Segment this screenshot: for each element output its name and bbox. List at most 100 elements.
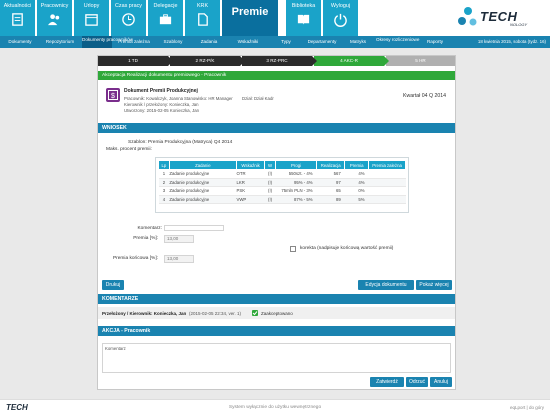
nav-tile-label: Wyloguj <box>330 3 351 9</box>
final-bonus-input[interactable]: 13,00 <box>164 255 194 263</box>
footer-links[interactable]: eqLport | do góry <box>510 405 544 410</box>
document-subtitle: Akceptacja Realizacji dokumentu premiowe… <box>98 71 455 80</box>
nav-tile-pracownicy[interactable]: Pracownicy <box>37 0 72 36</box>
subnav-item-typy[interactable]: Typy <box>272 36 300 48</box>
action-comment-field[interactable]: Komentarz <box>102 343 451 373</box>
nav-tile-label: Urlopy <box>83 3 100 9</box>
comment-date: (2015-02-05 22:34, ver. 1) <box>189 311 242 316</box>
table-row: 1 Zadanie produkcyjne OTR (!) 550szt. - … <box>158 169 406 179</box>
bonus-label: Premia [%]: <box>133 236 158 241</box>
comment-field[interactable] <box>164 225 224 231</box>
column-header: Premia zależna <box>368 160 406 170</box>
power-icon <box>334 13 347 27</box>
action-comment-label: Komentarz <box>105 346 126 351</box>
column-header: Lp <box>158 160 170 170</box>
people-icon <box>47 14 60 26</box>
document-info: $ Dokument Premii Produkcyjnej Pracownik… <box>102 85 452 117</box>
subnav-item-dokumenty[interactable]: Dokumenty <box>2 36 38 48</box>
nav-tile-aktualnosci[interactable]: Aktualności <box>0 0 35 36</box>
nav-tile-label: Delegacje <box>153 3 178 9</box>
bonus-document-icon: $ <box>106 88 120 102</box>
subnav-item-okresy[interactable]: Okresy rozliczeniowe <box>376 36 419 48</box>
employee-name: Pracownik: Kowalczyk, Joanna <box>124 96 183 101</box>
subnav-item-matryks[interactable]: Matryks <box>344 36 372 48</box>
info-icon[interactable]: (!) <box>264 169 276 179</box>
column-header: Realizacja <box>316 160 346 170</box>
correction-checkbox[interactable] <box>290 246 296 252</box>
info-icon[interactable]: (!) <box>264 195 276 204</box>
table-cell: 75mln PLN - 3% <box>275 186 317 196</box>
show-more-button[interactable]: Pokaż więcej <box>416 280 452 290</box>
nav-tile-wyloguj[interactable]: Wyloguj <box>323 0 358 36</box>
workflow-step: 5 HR <box>386 56 455 66</box>
table-cell: 95% - 4% <box>275 178 317 187</box>
subnav-item-zadania[interactable]: Zadania <box>192 36 226 48</box>
edit-document-button[interactable]: Edycja dokumentu <box>358 280 414 290</box>
bonus-input[interactable]: 13,00 <box>164 235 194 243</box>
column-header: Premia <box>344 160 370 170</box>
nav-tile-label: Biblioteka <box>291 3 316 9</box>
subnav-item-szablony[interactable]: Szablony <box>156 36 190 48</box>
table-cell: 87% - 5% <box>275 195 317 204</box>
table-cell: 0% <box>344 186 369 196</box>
manager-name: Kierownik / przełożony: Konieczka, Jan <box>124 102 199 107</box>
subnav-item-premia-zalezna[interactable]: Premia zależna <box>114 36 154 48</box>
footer-notice: System wyłącznie do użytku wewnętrznego <box>228 405 322 410</box>
table-cell: 2 <box>158 178 170 187</box>
step-label: 4 AKC-R <box>340 58 358 63</box>
cancel-button[interactable]: Anuluj <box>430 377 452 387</box>
column-header: Wskaźnik <box>235 160 266 170</box>
bonus-period: Kwartał 04 Q 2014 <box>403 93 446 99</box>
nav-tile-label: Aktualności <box>3 3 32 9</box>
table-cell: 4% <box>344 169 369 179</box>
nav-tile-czas-pracy[interactable]: Czas pracy <box>111 0 146 36</box>
document-title: Dokument Premii Produkcyjnej <box>124 88 198 94</box>
reject-button[interactable]: Odrzuć <box>406 377 428 387</box>
step-arrow-icon <box>240 56 245 66</box>
max-percent-label: Maks. procent premii: <box>106 147 152 152</box>
table-cell: Zadanie produkcyjne <box>169 186 237 196</box>
nav-tile-urlopy[interactable]: Urlopy <box>74 0 109 36</box>
table-cell: 3 <box>158 186 170 196</box>
section-komentarze: KOMENTARZE <box>98 294 455 304</box>
print-button[interactable]: Drukuj <box>102 280 124 290</box>
subnav-item-dokumenty-pracownikow[interactable]: Dokumenty pracowników <box>82 36 133 48</box>
subnav-item-wskazniki[interactable]: Wskaźniki <box>228 36 268 48</box>
subnav-item-departamenty[interactable]: Departamenty <box>302 36 342 48</box>
nav-tile-label: Pracownicy <box>40 3 69 9</box>
table-cell: 1 <box>158 169 170 179</box>
info-icon[interactable]: (!) <box>264 186 276 196</box>
table-cell: 97 <box>316 178 345 187</box>
workflow-step: 1 TD <box>98 56 173 66</box>
table-row: 4 Zadanie produkcyjne VWP (!) 87% - 5% 8… <box>158 195 406 204</box>
table-row: 2 Zadanie produkcyjne LKR (!) 95% - 4% 9… <box>158 178 406 187</box>
column-header: Zadanie <box>168 160 237 170</box>
table-cell <box>368 178 406 187</box>
table-cell: 4 <box>158 195 170 204</box>
correction-label: korekta (nadpisuje końcową wartość premi… <box>300 246 394 251</box>
table-header-row: Lp Zadanie Wskaźnik W Progi Realizacja P… <box>158 160 406 170</box>
logo-icon <box>458 7 477 26</box>
nav-tile-biblioteka[interactable]: Biblioteka <box>286 0 321 36</box>
nav-tile-premie[interactable]: Premie <box>222 0 278 36</box>
column-header: W <box>264 160 276 170</box>
step-label: 3 RZ-PRC <box>266 58 288 63</box>
goals-table: Lp Zadanie Wskaźnik W Progi Realizacja P… <box>158 160 406 204</box>
approve-button[interactable]: Zatwierdź <box>370 377 404 387</box>
info-icon[interactable]: (!) <box>264 178 276 187</box>
nav-tile-krk[interactable]: KRK <box>185 0 220 36</box>
employee-position: Stanowisko: HR Manager <box>184 96 233 101</box>
subnav-item-raporty[interactable]: Raporty <box>418 36 452 48</box>
table-cell: VWP <box>236 195 265 204</box>
calendar-icon <box>85 14 98 26</box>
document-panel: 1 TD 2 RZ-P/K 3 RZ-PRC 4 AKC-R 5 HR Akce… <box>97 55 456 390</box>
section-wniosek: WNIOSEK <box>98 123 455 133</box>
nav-tile-label: KRK <box>196 3 209 9</box>
employee-department: Dział: Dział Kadr <box>242 96 274 101</box>
step-label: 2 RZ-P/K <box>195 58 215 63</box>
table-cell: Zadanie produkcyjne <box>169 169 237 179</box>
nav-tile-delegacje[interactable]: Delegacje <box>148 0 183 36</box>
sub-navigation: Dokumenty Repozytorium Dokumenty pracown… <box>0 36 550 48</box>
subnav-item-repozytorium[interactable]: Repozytorium <box>40 36 80 48</box>
table-row: 3 Zadanie produkcyjne PSK (!) 75mln PLN … <box>158 186 406 196</box>
